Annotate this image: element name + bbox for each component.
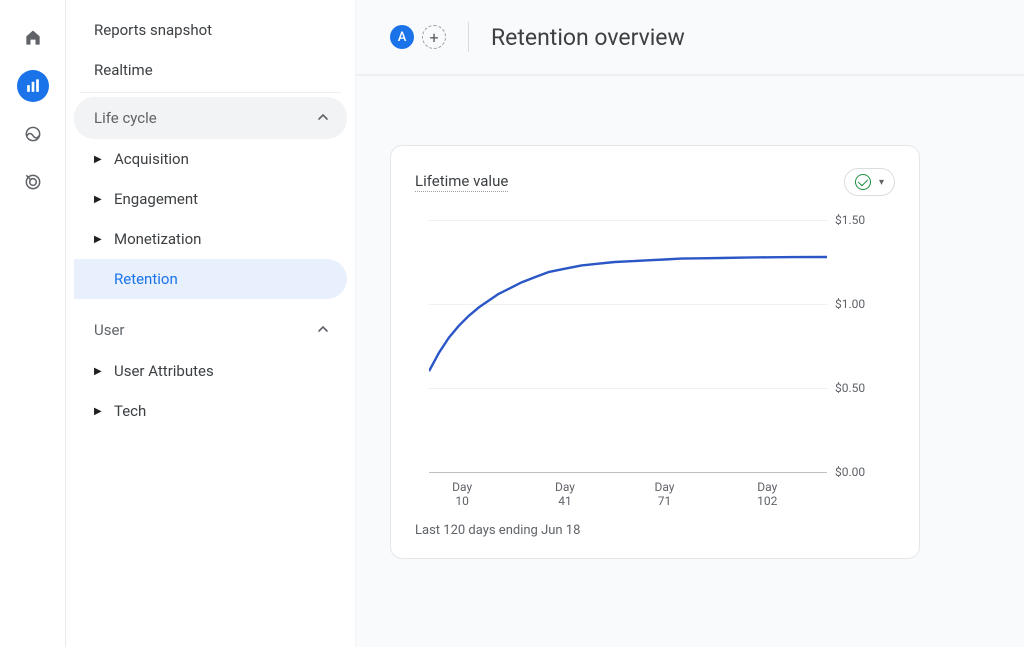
chart-line <box>429 220 827 472</box>
check-circle-icon <box>855 174 871 190</box>
reports-icon[interactable] <box>17 70 49 102</box>
page-title: Retention overview <box>491 24 685 51</box>
caret-right-icon: ▶ <box>94 194 102 205</box>
nav-realtime[interactable]: Realtime <box>74 50 347 90</box>
x-axis-label: Day102 <box>757 480 777 509</box>
nav-rail <box>0 0 66 647</box>
section-label: User <box>94 321 125 339</box>
nav-engagement[interactable]: ▶ Engagement <box>74 179 347 219</box>
nav-item-label: Reports snapshot <box>94 21 212 39</box>
nav-item-label: Acquisition <box>114 150 189 168</box>
caret-right-icon: ▶ <box>94 366 102 377</box>
chevron-up-icon <box>317 111 329 126</box>
nav-item-label: Tech <box>114 402 146 420</box>
lifetime-value-chart: $0.00 $0.50 $1.00 $1.50 Day10 Day41 Day71 Day10… <box>415 212 895 507</box>
add-comparison-button[interactable]: + <box>422 25 446 49</box>
y-axis-label: $1.00 <box>835 297 865 311</box>
caret-right-icon: ▶ <box>94 406 102 417</box>
home-icon[interactable] <box>17 22 49 54</box>
card-status-dropdown[interactable]: ▾ <box>844 168 895 196</box>
page-header: A + Retention overview <box>356 0 1024 76</box>
sidebar-divider <box>80 92 341 93</box>
sidebar: Reports snapshot Realtime Life cycle ▶ A… <box>66 0 356 647</box>
nav-acquisition[interactable]: ▶ Acquisition <box>74 139 347 179</box>
caret-right-icon: ▶ <box>94 234 102 245</box>
card-footer: Last 120 days ending Jun 18 <box>415 523 895 538</box>
plus-icon: + <box>429 28 438 47</box>
nav-item-label: User Attributes <box>114 362 214 380</box>
plot-area <box>429 220 827 472</box>
audience-badge[interactable]: A <box>390 25 414 49</box>
nav-user-attributes[interactable]: ▶ User Attributes <box>74 351 347 391</box>
section-label: Life cycle <box>94 109 157 127</box>
y-axis-label: $0.50 <box>835 381 865 395</box>
badge-letter: A <box>398 30 407 45</box>
nav-monetization[interactable]: ▶ Monetization <box>74 219 347 259</box>
nav-item-label: Engagement <box>114 190 198 208</box>
nav-item-label: Retention <box>114 270 178 288</box>
nav-reports-snapshot[interactable]: Reports snapshot <box>74 10 347 50</box>
chart-gridline <box>429 472 827 473</box>
x-axis-label: Day10 <box>452 480 472 509</box>
section-user[interactable]: User <box>74 309 347 351</box>
y-axis-label: $1.50 <box>835 213 865 227</box>
card-title: Lifetime value <box>415 172 508 192</box>
nav-tech[interactable]: ▶ Tech <box>74 391 347 431</box>
lifetime-value-card: Lifetime value ▾ $0.00 $0.50 $1.00 $1.50 Day… <box>390 145 920 559</box>
section-life-cycle[interactable]: Life cycle <box>74 97 347 139</box>
header-separator <box>468 22 469 52</box>
caret-down-icon: ▾ <box>879 177 884 188</box>
nav-retention[interactable]: Retention <box>74 259 347 299</box>
explore-icon[interactable] <box>17 118 49 150</box>
main-content: A + Retention overview Lifetime value ▾ <box>356 0 1024 647</box>
x-axis-label: Day71 <box>654 480 674 509</box>
chevron-up-icon <box>317 323 329 338</box>
y-axis-label: $0.00 <box>835 465 865 479</box>
nav-item-label: Monetization <box>114 230 201 248</box>
x-axis-label: Day41 <box>555 480 575 509</box>
advertising-icon[interactable] <box>17 166 49 198</box>
caret-right-icon: ▶ <box>94 154 102 165</box>
nav-item-label: Realtime <box>94 61 153 79</box>
